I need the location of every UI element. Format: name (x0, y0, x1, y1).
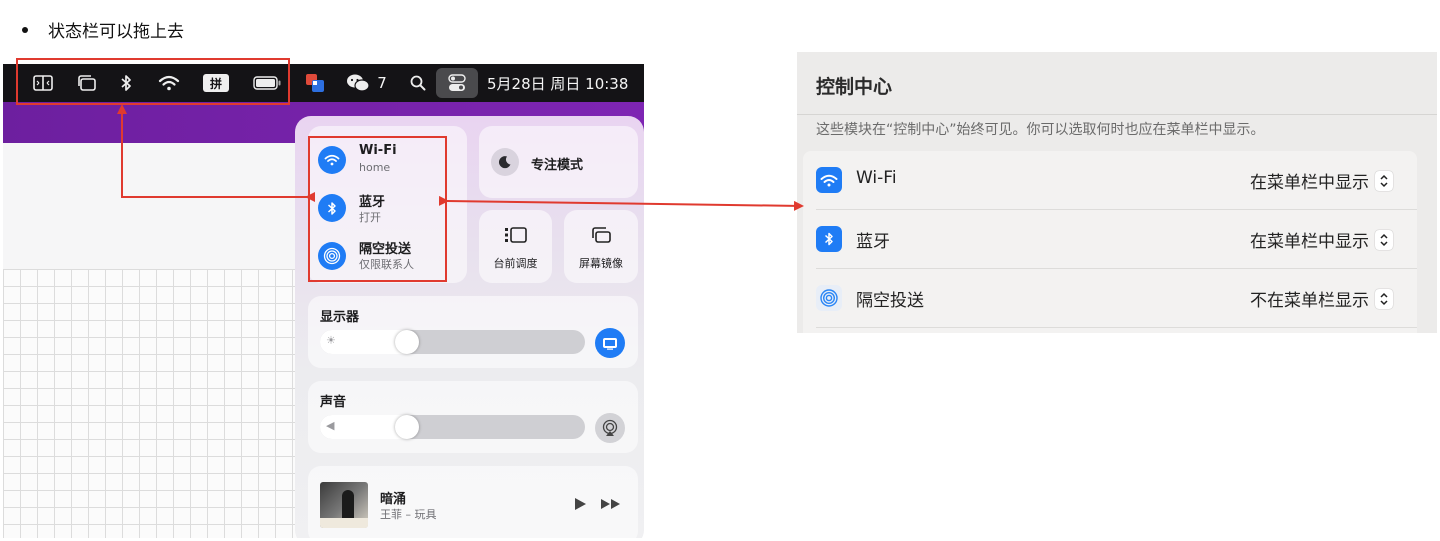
chevron-updown-icon[interactable] (1375, 289, 1393, 309)
album-art[interactable] (320, 482, 368, 528)
moon-icon (491, 148, 519, 176)
chevron-updown-icon[interactable] (1375, 230, 1393, 250)
chevron-updown-icon[interactable] (1375, 171, 1393, 191)
brightness-slider-knob[interactable] (395, 330, 419, 354)
airdrop-icon (816, 285, 842, 311)
sun-icon: ☀ (326, 334, 336, 347)
settings-modules-list: Wi-Fi 在菜单栏中显示 蓝牙 在菜单栏中显示 隔空投送 不在菜单栏显示 (803, 151, 1417, 333)
volume-slider-knob[interactable] (395, 415, 419, 439)
settings-divider (797, 114, 1437, 115)
focus-mode-label: 专注模式 (531, 158, 584, 173)
stage-manager-tile[interactable]: 台前调度 (479, 210, 552, 283)
wifi-icon (816, 167, 842, 193)
volume-slider[interactable]: ◀ (320, 415, 585, 439)
display-settings-button[interactable] (595, 328, 625, 358)
settings-row-bluetooth: 蓝牙 在菜单栏中显示 (803, 210, 1417, 269)
airplay-audio-button[interactable] (595, 413, 625, 443)
wechat-badge-count: 7 (377, 74, 387, 92)
bullet-heading: 状态栏可以拖上去 (22, 17, 184, 42)
app-switch-icon[interactable] (303, 64, 327, 102)
settings-title: 控制中心 (816, 76, 893, 98)
app-content-area (3, 143, 303, 269)
menu-bar-clock[interactable]: 5月28日 周日 10:38 (487, 64, 637, 102)
row-label: 蓝牙 (856, 232, 890, 252)
settings-row-wifi: Wi-Fi 在菜单栏中显示 (803, 151, 1417, 210)
settings-description: 这些模块在“控制中心”始终可见。你可以选取何时也应在菜单栏中显示。 (816, 122, 1265, 138)
display-title: 显示器 (320, 310, 360, 325)
control-center-icon (448, 74, 466, 91)
display-tile: 显示器 ☀ (308, 296, 638, 368)
row-label: 隔空投送 (856, 291, 924, 311)
screen-mirroring-tile[interactable]: 屏幕镜像 (564, 210, 638, 283)
control-center-button[interactable] (436, 68, 478, 98)
play-icon[interactable] (573, 497, 587, 511)
track-title: 暗涌 (380, 492, 407, 507)
stage-manager-icon (505, 227, 527, 243)
stage-manager-label: 台前调度 (493, 257, 538, 270)
row-value-select[interactable]: 在菜单栏中显示 (1250, 227, 1369, 252)
screen-mirroring-label: 屏幕镜像 (579, 257, 623, 270)
row-separator (816, 327, 1417, 328)
display-icon (603, 337, 617, 350)
sound-title: 声音 (320, 395, 347, 410)
sound-tile: 声音 ◀ (308, 381, 638, 453)
spotlight-search-icon[interactable] (407, 64, 429, 102)
brightness-slider[interactable]: ☀ (320, 330, 585, 354)
focus-mode-tile[interactable]: 专注模式 (479, 126, 638, 198)
speaker-icon: ◀ (326, 419, 335, 432)
fast-forward-icon[interactable] (600, 497, 622, 511)
row-label: Wi-Fi (856, 168, 897, 188)
settings-row-airdrop: 隔空投送 不在菜单栏显示 (803, 269, 1417, 328)
track-artist-album: 王菲 – 玩具 (380, 508, 437, 521)
heading-text: 状态栏可以拖上去 (48, 22, 184, 42)
now-playing-tile: 暗涌 王菲 – 玩具 (308, 466, 638, 538)
row-value-select[interactable]: 在菜单栏中显示 (1250, 168, 1369, 193)
airplay-audio-icon (602, 419, 618, 436)
bullet-dot (22, 26, 28, 33)
annotation-box-menubar-icons (16, 58, 290, 105)
annotation-box-connectivity (308, 136, 447, 282)
wechat-icon[interactable] (345, 64, 371, 102)
bluetooth-icon (816, 226, 842, 252)
grid-canvas (3, 269, 303, 538)
screen-mirroring-icon (592, 227, 611, 243)
row-value-select[interactable]: 不在菜单栏显示 (1250, 286, 1369, 311)
settings-control-center-panel: 控制中心 这些模块在“控制中心”始终可见。你可以选取何时也应在菜单栏中显示。 W… (797, 52, 1437, 333)
